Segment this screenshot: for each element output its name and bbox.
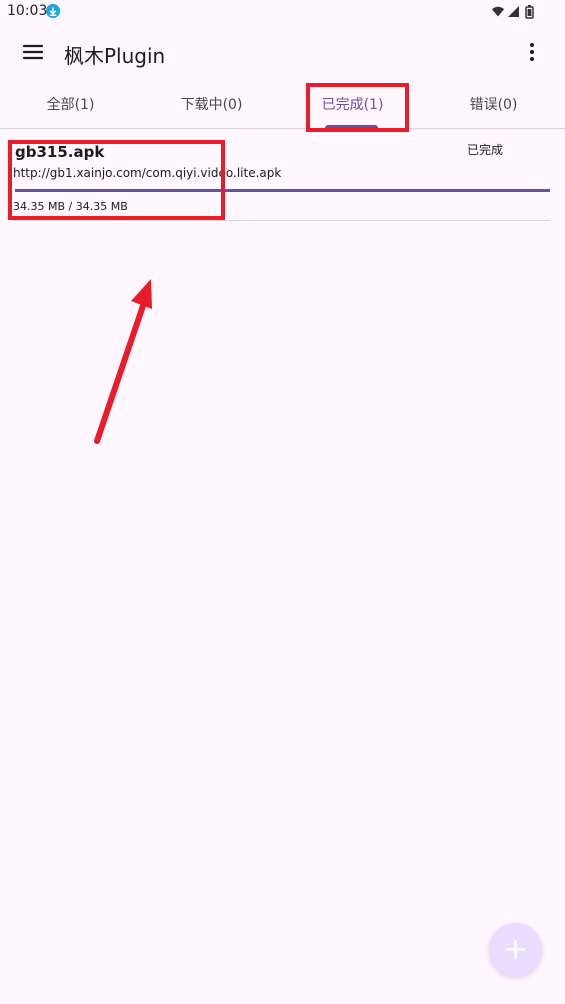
- active-tab-indicator: [325, 125, 378, 128]
- battery-icon: [525, 5, 534, 19]
- tab-completed[interactable]: 已完成(1): [282, 82, 423, 128]
- menu-icon[interactable]: [18, 37, 48, 67]
- status-badge: 已完成: [466, 143, 503, 157]
- tab-downloading[interactable]: 下载中(0): [141, 82, 282, 128]
- tab-all[interactable]: 全部(1): [0, 82, 141, 128]
- download-list-item[interactable]: gb315.apk 已完成 http://gb1.xainjo.com/com.…: [13, 138, 550, 221]
- download-url: http://gb1.xainjo.com/com.qiyi.video.lit…: [13, 166, 282, 180]
- tab-error[interactable]: 错误(0): [423, 82, 564, 128]
- download-progress-fill: [15, 189, 550, 192]
- status-bar: 10:03: [0, 0, 565, 24]
- download-file-name: gb315.apk: [15, 143, 105, 161]
- more-vert-icon[interactable]: [517, 37, 547, 67]
- app-bar: 枫木Plugin: [0, 24, 565, 82]
- download-size: 34.35 MB / 34.35 MB: [13, 200, 128, 213]
- tab-label: 已完成(1): [321, 97, 384, 113]
- tab-label: 下载中(0): [180, 97, 243, 113]
- status-indicators: [491, 4, 539, 20]
- download-tabs: 全部(1) 下载中(0) 已完成(1) 错误(0): [0, 82, 565, 129]
- status-time: 10:03: [7, 3, 48, 19]
- plus-icon: [505, 939, 526, 960]
- download-progress-bar: [15, 189, 550, 192]
- signal-icon: [508, 6, 519, 17]
- tab-label: 全部(1): [46, 97, 95, 113]
- app-title: 枫木Plugin: [64, 44, 166, 68]
- wifi-icon: [492, 6, 504, 17]
- tab-label: 错误(0): [469, 97, 518, 113]
- add-download-button[interactable]: [489, 923, 542, 976]
- download-status-icon: [46, 4, 60, 18]
